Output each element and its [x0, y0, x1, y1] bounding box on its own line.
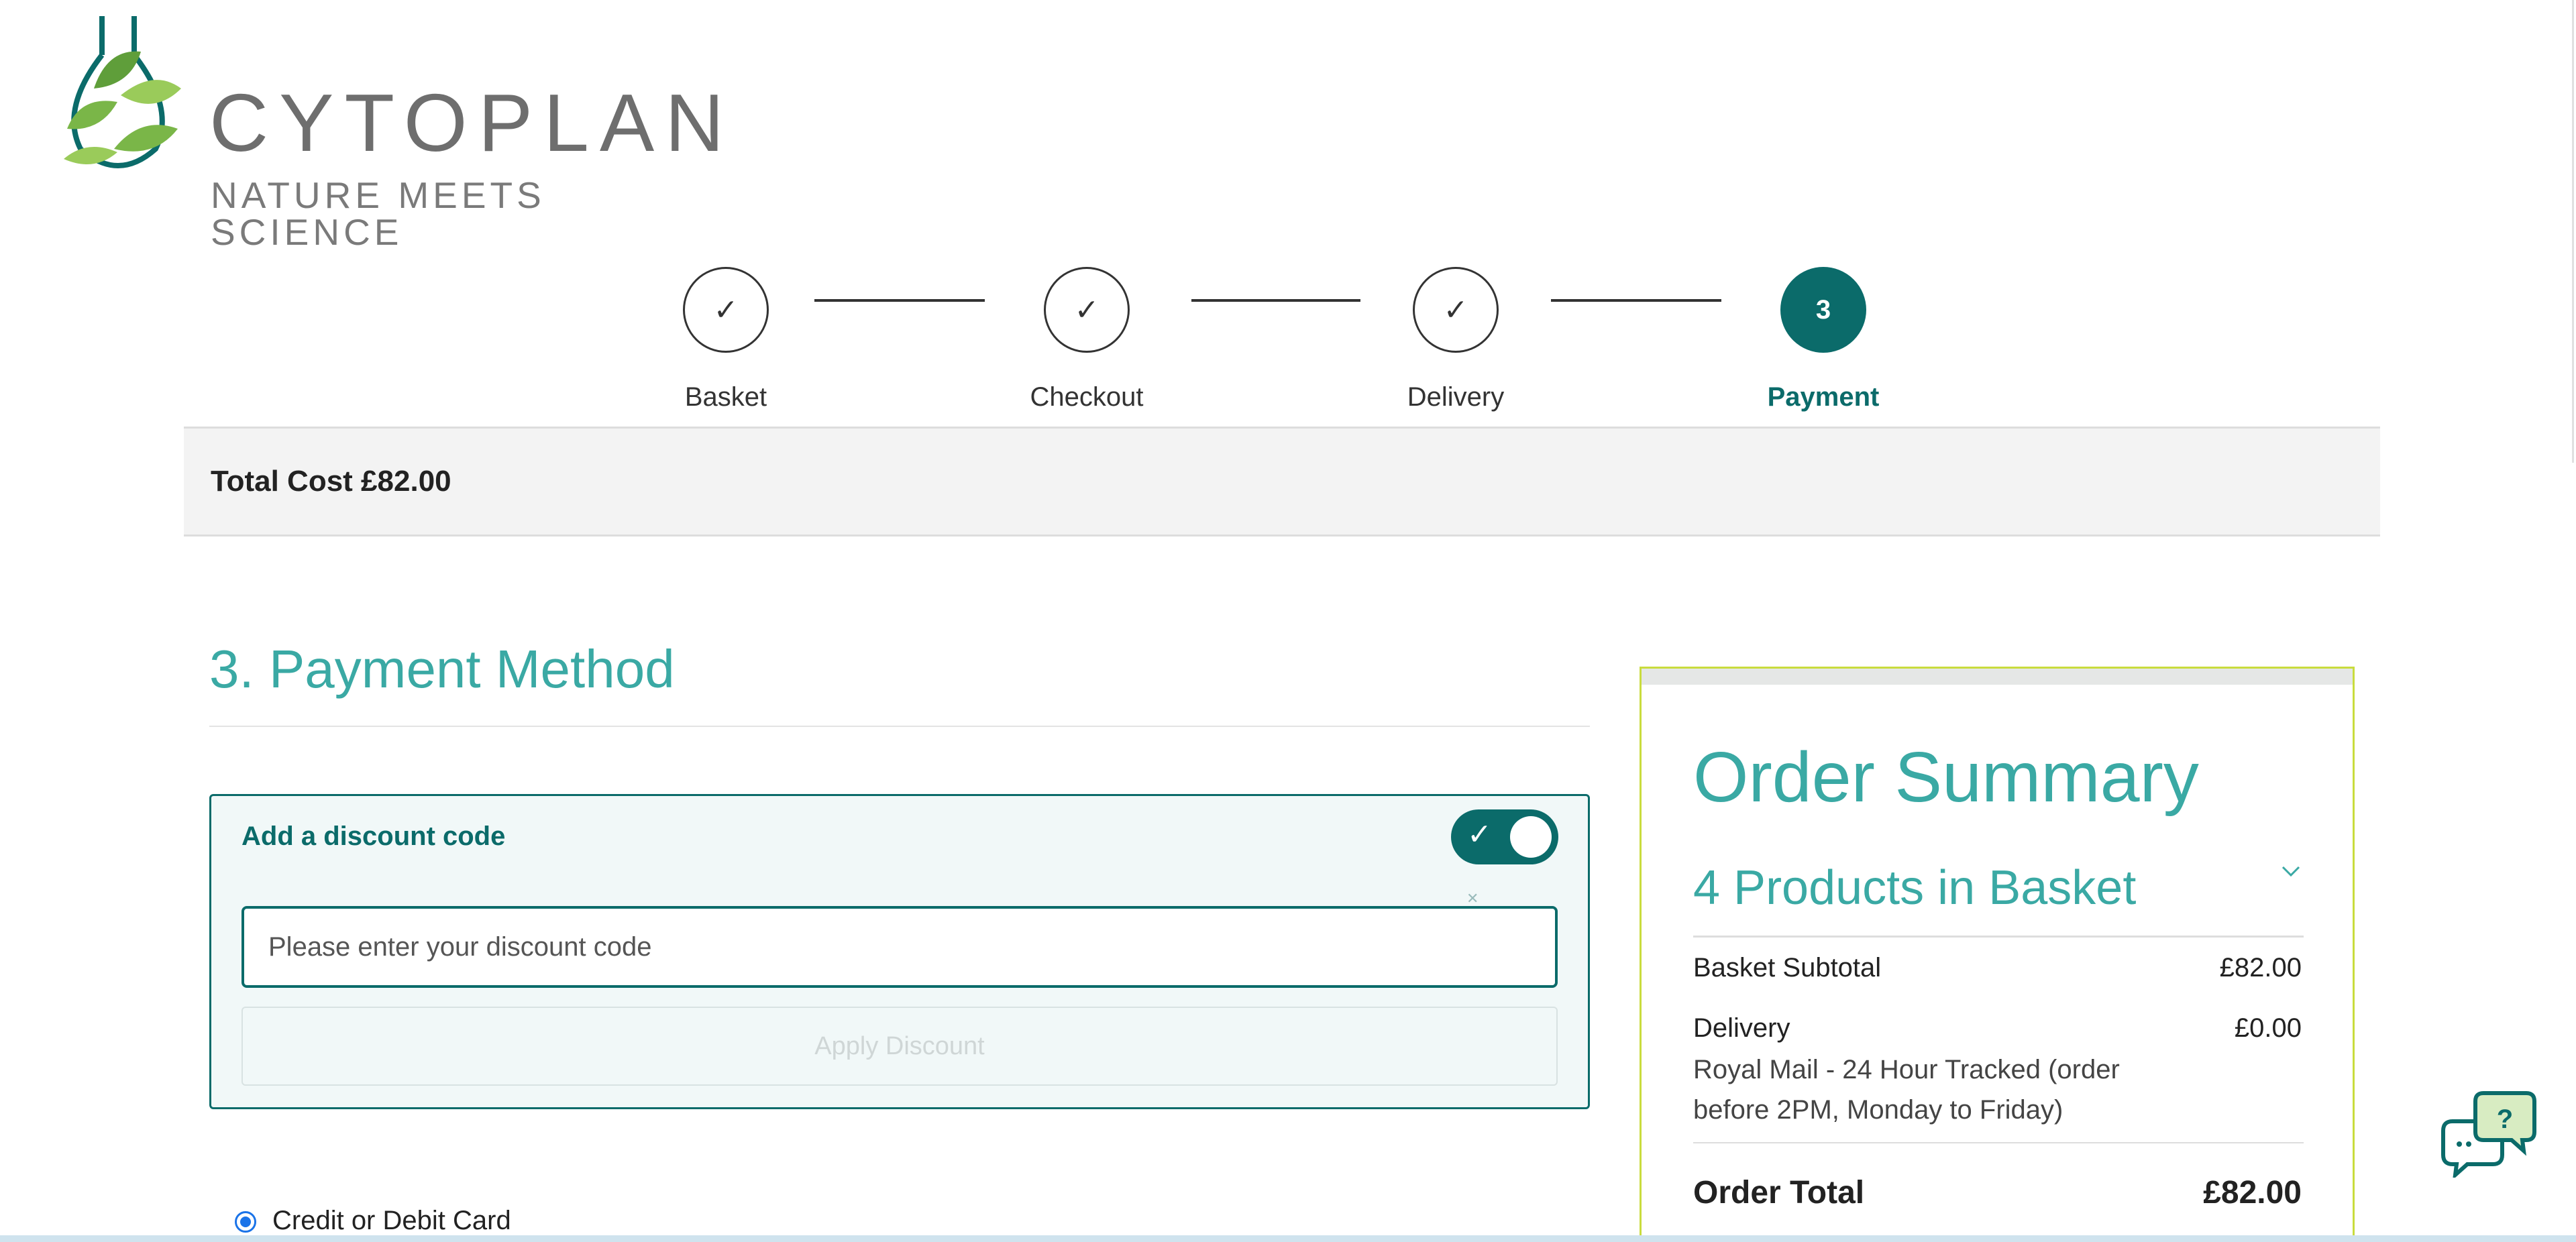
radio-selected-dot: [240, 1217, 251, 1227]
step-connector: [1191, 299, 1360, 302]
order-total-label: Order Total: [1693, 1175, 1865, 1210]
close-icon: ✕: [1466, 890, 1479, 907]
order-total-value: £82.00: [2203, 1175, 2302, 1210]
credit-card-label[interactable]: Credit or Debit Card: [272, 1206, 511, 1236]
order-summary-panel: Order Summary 4 Products in Basket Baske…: [1640, 667, 2355, 1242]
delivery-label: Delivery: [1693, 1013, 1790, 1043]
brand-logo[interactable]: CYTOPLAN NATURE MEETS SCIENCE: [54, 15, 724, 251]
subtotal-value: £82.00: [2219, 953, 2302, 982]
step-payment-circle: 3: [1780, 267, 1866, 353]
step-label-basket[interactable]: Basket: [625, 382, 826, 412]
credit-card-radio[interactable]: [235, 1211, 256, 1233]
step-label-delivery[interactable]: Delivery: [1355, 382, 1556, 412]
chat-help-glyph: ?: [2497, 1105, 2513, 1134]
payment-method-heading: 3. Payment Method: [209, 639, 675, 699]
check-icon: ✓: [1467, 818, 1492, 851]
total-cost-bar: Total Cost £82.00: [184, 427, 2380, 537]
check-icon: ✓: [1074, 293, 1099, 327]
leaf-flask-logo-icon: [64, 16, 181, 168]
discount-panel: Add a discount code ✓ ✕ Apply Discount: [209, 794, 1590, 1109]
step-number: 3: [1815, 294, 1831, 325]
apply-discount-button[interactable]: Apply Discount: [241, 1007, 1558, 1086]
step-connector: [814, 299, 985, 302]
divider: [1693, 936, 2304, 938]
brand-tagline: NATURE MEETS SCIENCE: [211, 174, 545, 253]
check-icon: ✓: [1443, 293, 1468, 327]
toggle-knob: [1510, 816, 1552, 858]
total-cost-text: Total Cost £82.00: [211, 465, 451, 498]
subtotal-label: Basket Subtotal: [1693, 953, 1882, 982]
step-label-checkout[interactable]: Checkout: [986, 382, 1187, 412]
products-in-basket-toggle[interactable]: 4 Products in Basket: [1693, 860, 2136, 915]
discount-code-input[interactable]: [241, 906, 1558, 988]
step-basket-circle[interactable]: ✓: [683, 267, 769, 353]
step-label-payment: Payment: [1767, 382, 1880, 412]
order-summary-title: Order Summary: [1693, 738, 2199, 817]
discount-toggle[interactable]: ✓: [1451, 809, 1558, 864]
step-delivery-circle[interactable]: ✓: [1413, 267, 1499, 353]
divider: [209, 726, 1590, 727]
delivery-value: £0.00: [2234, 1013, 2302, 1043]
divider: [1693, 1142, 2304, 1143]
brand-name: CYTOPLAN: [209, 77, 735, 168]
chevron-down-icon[interactable]: [2277, 858, 2304, 885]
chat-help-icon[interactable]: ?: [2439, 1090, 2538, 1178]
delivery-detail: Royal Mail - 24 Hour Tracked (order befo…: [1693, 1055, 2120, 1125]
summary-top-band: [1642, 669, 2353, 685]
bottom-edge-strip: [0, 1235, 2576, 1242]
scroll-edge: [2572, 0, 2574, 463]
check-icon: ✓: [713, 293, 739, 327]
discount-label: Add a discount code: [241, 822, 506, 851]
step-checkout-circle[interactable]: ✓: [1044, 267, 1130, 353]
step-connector: [1551, 299, 1721, 302]
